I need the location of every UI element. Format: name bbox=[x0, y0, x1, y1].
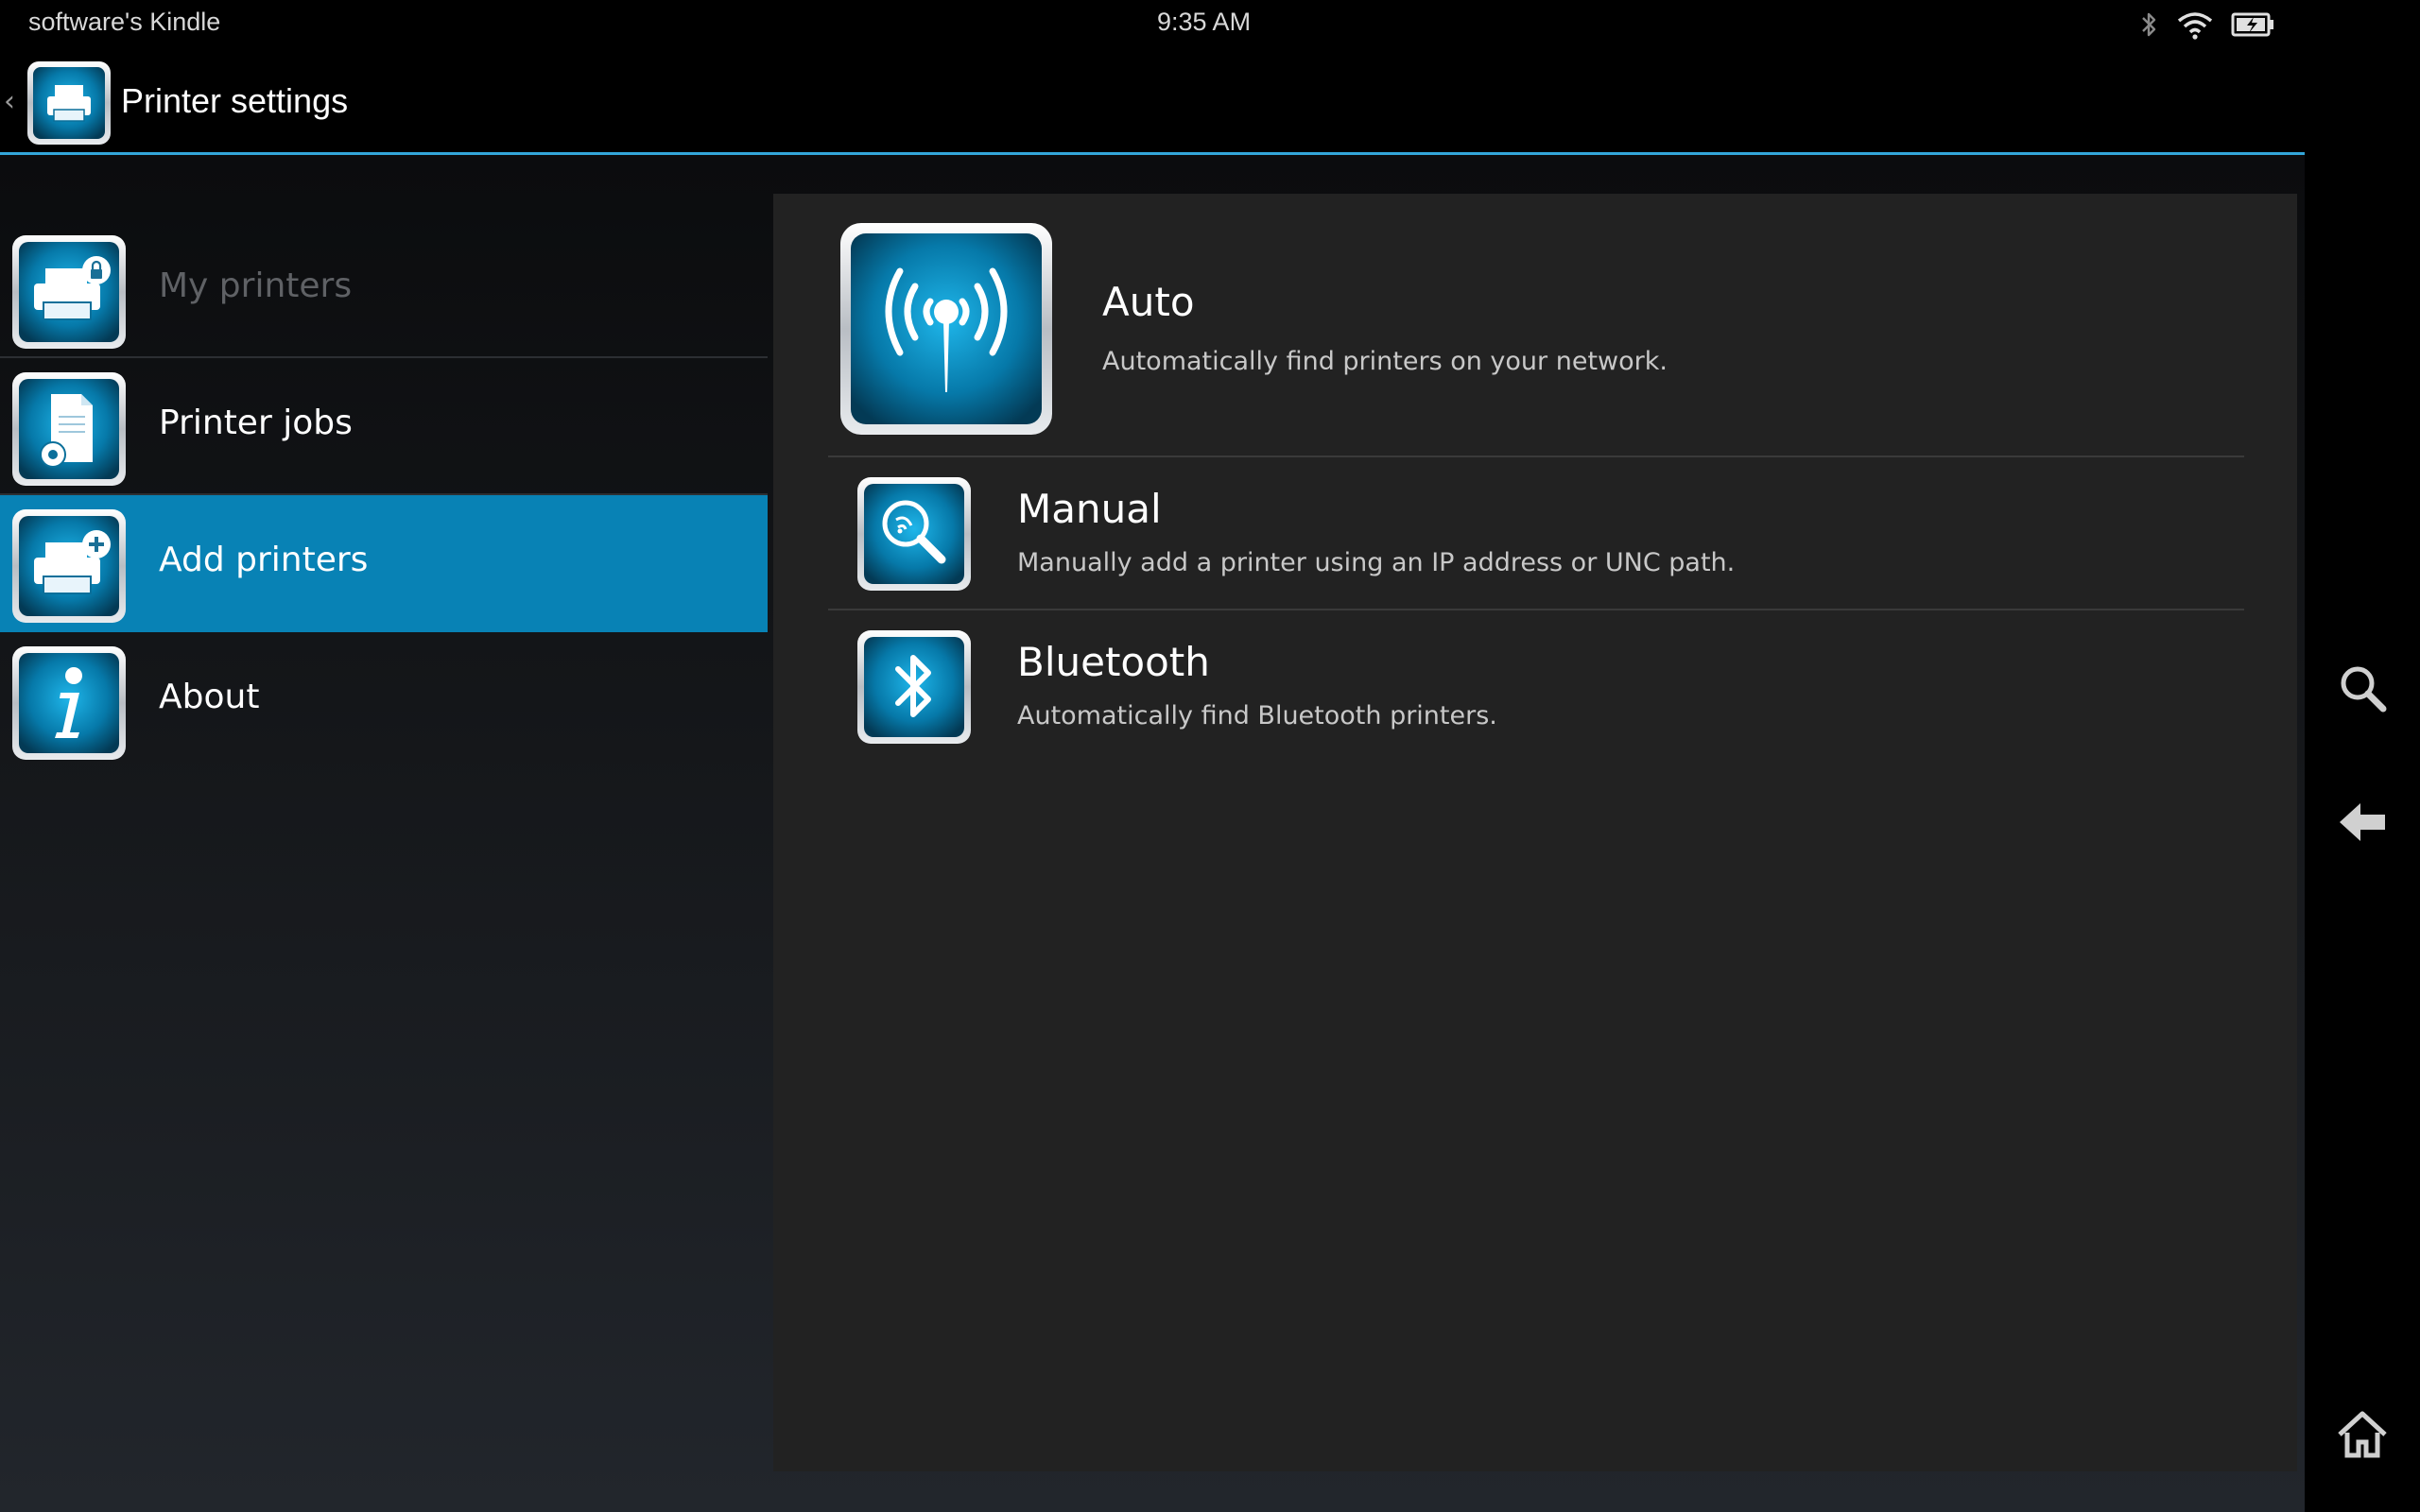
battery-icon bbox=[2231, 9, 2276, 43]
sidebar-item-label: About bbox=[159, 678, 260, 716]
action-bar[interactable]: ‹ Printer settings bbox=[0, 49, 2305, 153]
bluetooth-icon bbox=[856, 629, 972, 748]
sidebar-item-label: Printer jobs bbox=[159, 404, 353, 442]
sidebar-item-my-printers[interactable]: My printers bbox=[0, 221, 768, 358]
option-title: Manual bbox=[1017, 486, 1162, 532]
sidebar: My printers Printer jobs Add printers Ab… bbox=[0, 221, 768, 769]
info-icon bbox=[11, 645, 127, 765]
option-bluetooth[interactable]: Bluetooth Automatically find Bluetooth p… bbox=[828, 610, 2244, 764]
option-manual[interactable]: Manual Manually add a printer using an I… bbox=[828, 457, 2244, 610]
option-title: Bluetooth bbox=[1017, 639, 1210, 685]
status-clock: 9:35 AM bbox=[1157, 8, 1252, 36]
sidebar-item-label: My printers bbox=[159, 266, 353, 305]
bluetooth-icon bbox=[2140, 9, 2159, 43]
device-name: software's Kindle bbox=[28, 8, 221, 36]
option-description: Manually add a printer using an IP addre… bbox=[1017, 548, 1736, 577]
search-icon[interactable] bbox=[2305, 662, 2420, 714]
printer-lock-icon bbox=[11, 234, 127, 353]
system-nav-bar bbox=[2305, 0, 2420, 1512]
wifi-icon bbox=[2176, 9, 2214, 43]
document-gear-icon bbox=[11, 371, 127, 490]
page-title: Printer settings bbox=[121, 81, 349, 120]
option-title: Auto bbox=[1102, 279, 1195, 325]
option-auto[interactable]: Auto Automatically find printers on your… bbox=[828, 194, 2244, 457]
sidebar-item-label: Add printers bbox=[159, 541, 369, 579]
add-printer-panel: Auto Automatically find printers on your… bbox=[773, 194, 2297, 1471]
back-icon[interactable] bbox=[2305, 796, 2420, 849]
wireless-antenna-icon bbox=[839, 222, 1053, 439]
status-bar: software's Kindle 9:35 AM bbox=[0, 0, 2305, 49]
printer-icon[interactable] bbox=[26, 60, 112, 149]
sidebar-item-add-printers[interactable]: Add printers bbox=[0, 495, 768, 632]
up-caret-icon[interactable]: ‹ bbox=[4, 85, 15, 118]
option-description: Automatically find Bluetooth printers. bbox=[1017, 701, 1497, 730]
printer-add-icon bbox=[11, 508, 127, 627]
sidebar-item-printer-jobs[interactable]: Printer jobs bbox=[0, 358, 768, 495]
search-network-icon bbox=[856, 476, 972, 595]
content-area: My printers Printer jobs Add printers Ab… bbox=[0, 155, 2305, 1512]
option-description: Automatically find printers on your netw… bbox=[1102, 347, 1668, 376]
home-icon[interactable] bbox=[2305, 1408, 2420, 1461]
sidebar-item-about[interactable]: About bbox=[0, 632, 768, 769]
